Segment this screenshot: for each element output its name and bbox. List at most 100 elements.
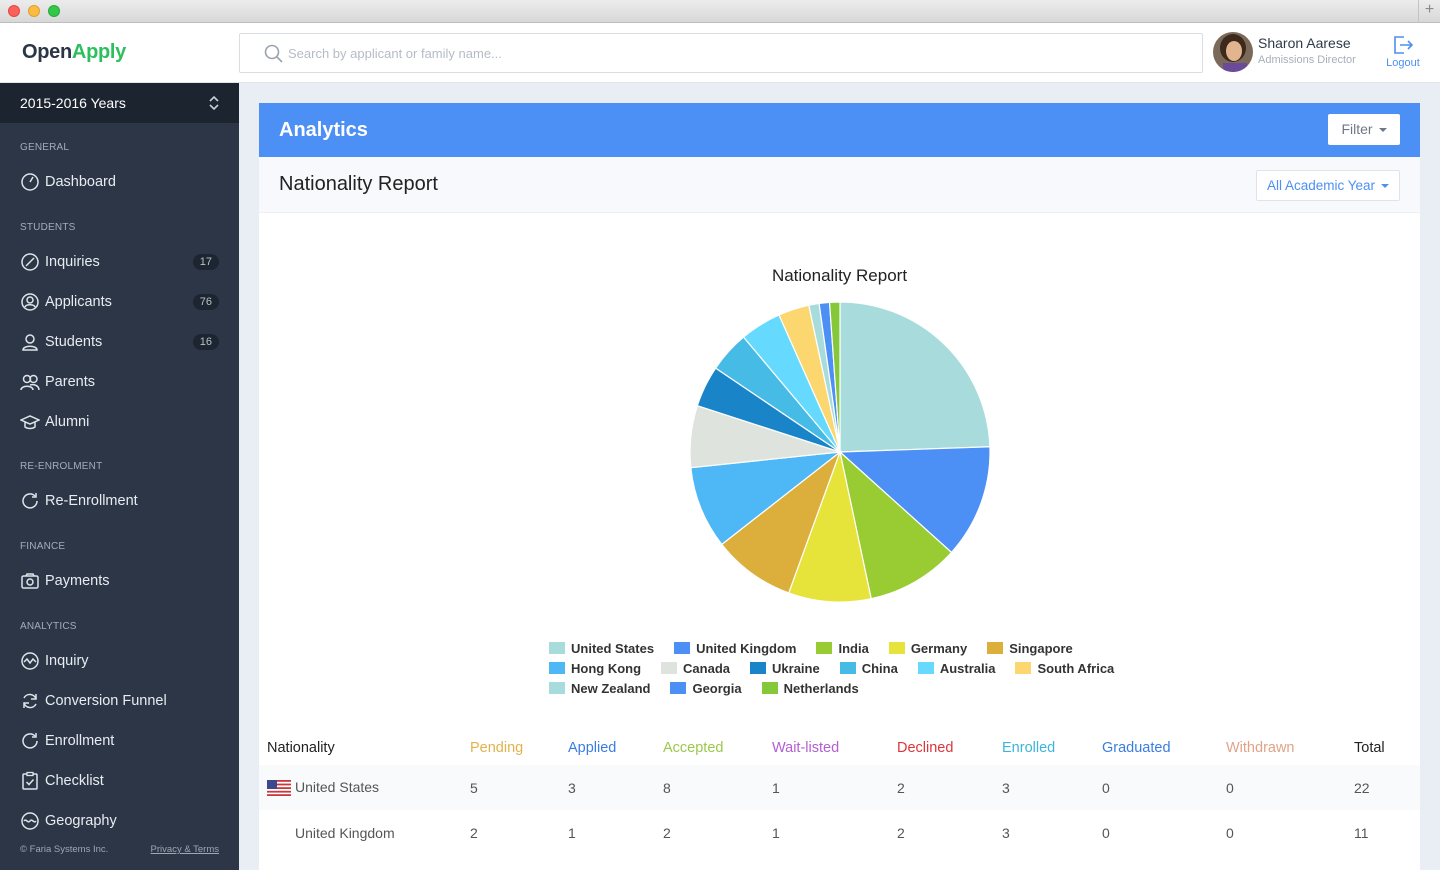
logout-button[interactable]: Logout [1382,35,1424,69]
legend-item[interactable]: Australia [917,661,995,676]
filter-button-label: Filter [1341,121,1373,137]
sidebar-item-inquiries[interactable]: Inquiries 17 [20,249,219,275]
legend-label: Canada [683,660,731,676]
graduation-cap-icon [20,412,40,432]
filter-button[interactable]: Filter [1328,114,1400,145]
column-header-withdrawn[interactable]: Withdrawn [1218,731,1346,765]
brand-logo-part1: Open [22,41,72,63]
column-header-applied[interactable]: Applied [560,731,655,765]
legend-item[interactable]: Hong Kong [549,661,641,676]
sidebar-footer: © Faria Systems Inc. Privacy & Terms [20,844,219,855]
user-role: Admissions Director [1258,54,1356,66]
count-cell: 1 [568,824,576,841]
sidebar-item-geography[interactable]: Geography [20,808,219,834]
legend-swatch [661,662,678,674]
count-cell: 11 [1354,824,1369,841]
nationality-name: United States [295,778,380,795]
nationality-cell: United Kingdom [259,810,462,855]
legend-swatch [674,642,691,654]
logout-icon [1394,36,1414,54]
legend-item[interactable]: China [839,661,898,676]
sidebar-item-parents[interactable]: Parents [20,369,219,395]
academic-year-label: All Academic Year [1266,178,1376,193]
legend-item[interactable]: Canada [661,661,730,676]
academic-year-dropdown[interactable]: All Academic Year [1256,170,1400,201]
avatar[interactable] [1213,32,1253,72]
sidebar-item-students[interactable]: Students 16 [20,329,219,355]
legend-swatch [549,642,565,654]
caret-down-icon [1378,128,1387,133]
count-badge: 17 [192,254,219,270]
legend-item[interactable]: New Zealand [549,681,650,696]
legend-item[interactable]: South Africa [1015,661,1114,676]
sidebar-item-label: Inquiries [45,254,100,270]
brand-logo-part2: Apply [71,41,126,63]
chart-title: Nationality Report [771,266,908,285]
user-circle-icon [20,292,40,312]
pulse-icon [20,651,40,671]
pencil-icon [20,252,40,272]
sidebar-item-alumni[interactable]: Alumni [20,409,219,435]
legend-item[interactable]: Singapore [987,641,1073,656]
column-header-graduated[interactable]: Graduated [1094,731,1218,765]
sidebar-item-label: Re-Enrollment [45,493,138,509]
sidebar-item-payments[interactable]: Payments [20,568,219,594]
brand-logo[interactable]: OpenApply [22,41,126,64]
users-icon [20,372,40,392]
column-header-nationality[interactable]: Nationality [259,731,462,765]
sidebar-item-enrollment[interactable]: Enrollment [20,728,219,754]
pie-slice-united-states[interactable] [839,301,991,453]
sidebar-item-reenrollment[interactable]: Re-Enrollment [20,488,219,514]
count-cell: 2 [663,824,671,841]
section-reenrolment: RE-ENROLMENT [20,461,103,472]
legend-item[interactable]: Netherlands [761,681,859,696]
page-title: Analytics [279,119,368,141]
year-selector[interactable]: 2015-2016 Years [0,83,239,123]
count-cell: 0 [1218,765,1346,810]
legend-row: New Zealand Georgia Netherlands [549,678,1149,698]
column-header-wait-listed[interactable]: Wait-listed [764,731,889,765]
legend-item[interactable]: United States [549,641,654,656]
legend-item[interactable]: Ukraine [750,661,820,676]
count-cell: 2 [889,765,994,810]
search-icon [264,44,284,69]
table-row[interactable]: United Kingdom 2 1 2 1 2 3 0 0 11 [259,810,1420,855]
legend-item[interactable]: India [816,641,869,656]
legend-label: Hong Kong [571,660,642,676]
legend-row: United States United Kingdom India Germany S… [549,638,1149,658]
search-input[interactable] [288,34,1168,72]
count-cell: 2 [470,824,478,841]
sidebar-item-label: Geography [45,813,117,829]
new-tab-button[interactable]: + [1418,0,1440,22]
sidebar-item-applicants[interactable]: Applicants 76 [20,289,219,315]
table-row[interactable]: United States 5 3 8 1 2 3 0 0 22 [259,765,1420,810]
column-header-declined[interactable]: Declined [889,731,994,765]
column-header-enrolled[interactable]: Enrolled [994,731,1094,765]
column-header-pending[interactable]: Pending [462,731,560,765]
legend-item[interactable]: Georgia [670,680,742,696]
table-body: United States 5 3 8 1 2 3 0 0 22 United Kingdom 2 1 2… [259,765,1420,855]
nationality-cell: United States [259,765,462,810]
legend-item[interactable]: United Kingdom [674,641,796,656]
sidebar-item-inquiry[interactable]: Inquiry [20,648,219,674]
sidebar-item-conversion-funnel[interactable]: Conversion Funnel [20,688,219,714]
legend-label: Georgia [692,680,742,696]
column-header-accepted[interactable]: Accepted [655,731,764,765]
close-window-button[interactable] [8,5,20,17]
legend-item[interactable]: Germany [888,640,968,656]
zoom-window-button[interactable] [48,5,60,17]
privacy-terms-link[interactable]: Privacy & Terms [151,844,219,855]
column-header-total[interactable]: Total [1346,731,1420,765]
analytics-panel: Analytics Filter Nationality Report All … [259,103,1420,870]
dashboard-icon [20,172,40,192]
count-cell: 2 [897,824,905,841]
minimize-window-button[interactable] [28,5,40,17]
sidebar-item-checklist[interactable]: Checklist [20,768,219,794]
legend-label: Germany [910,640,968,656]
legend-label: New Zealand [571,680,651,696]
sidebar-item-dashboard[interactable]: Dashboard [20,169,219,195]
top-header: OpenApply Sharon Aarese Admissions Direc… [0,23,1440,83]
sidebar-item-label: Applicants [45,294,112,310]
section-analytics: ANALYTICS [20,621,77,632]
logout-label: Logout [1386,57,1420,69]
